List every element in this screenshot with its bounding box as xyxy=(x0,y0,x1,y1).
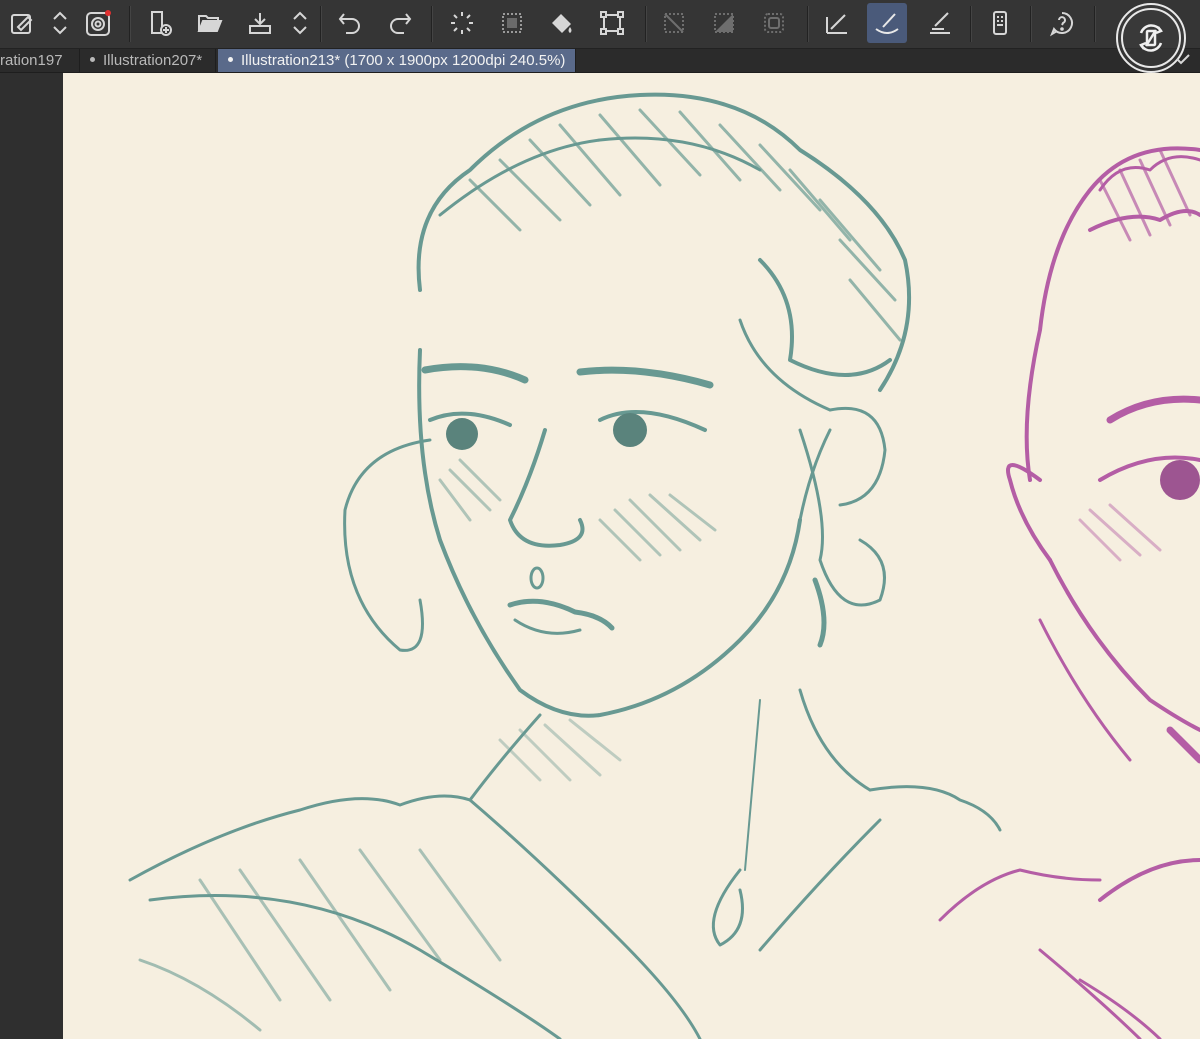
tab-illustration197[interactable]: ration197 xyxy=(0,49,80,72)
tab-label: Illustration207* xyxy=(103,52,203,69)
brush-active-icon[interactable] xyxy=(867,3,907,43)
canvas-margin xyxy=(0,73,63,1039)
unsaved-dot-icon xyxy=(228,57,233,63)
save-options-updown-icon[interactable] xyxy=(280,3,320,43)
unsaved-dot-icon xyxy=(90,57,95,63)
check-icon[interactable] xyxy=(1174,50,1192,68)
pen-ruler-icon[interactable] xyxy=(920,3,960,43)
loading-spinner-icon[interactable] xyxy=(442,3,482,43)
select-all-icon[interactable] xyxy=(492,3,532,43)
new-canvas-icon[interactable] xyxy=(140,3,180,43)
ruler-pen-icon[interactable] xyxy=(817,3,857,43)
open-folder-icon[interactable] xyxy=(190,3,230,43)
sketch-artwork xyxy=(128,92,1200,1039)
tab-illustration213[interactable]: Illustration213* (1700 x 1900px 1200dpi … xyxy=(218,49,576,72)
invert-selection-icon[interactable] xyxy=(704,3,744,43)
clear-selection-icon[interactable] xyxy=(654,3,694,43)
toolbar xyxy=(0,0,1200,49)
eyedropper-layer-icon[interactable] xyxy=(2,3,42,43)
fill-bucket-icon[interactable] xyxy=(542,3,582,43)
tab-label: ration197 xyxy=(0,52,63,69)
tab-label: Illustration213* (1700 x 1900px 1200dpi … xyxy=(241,52,566,69)
device-settings-icon[interactable] xyxy=(980,3,1020,43)
help-icon[interactable] xyxy=(1042,3,1082,43)
undo-icon[interactable] xyxy=(330,3,370,43)
redo-icon[interactable] xyxy=(380,3,420,43)
transform-icon[interactable] xyxy=(592,3,632,43)
drawing-canvas[interactable] xyxy=(63,73,1200,1039)
save-icon[interactable] xyxy=(240,3,280,43)
clip-studio-icon[interactable] xyxy=(78,3,118,43)
document-tabs: ration197 Illustration207* Illustration2… xyxy=(0,49,1200,73)
selection-border-icon[interactable] xyxy=(754,3,794,43)
tab-illustration207[interactable]: Illustration207* xyxy=(80,49,216,72)
scroll-updown-icon[interactable] xyxy=(40,3,80,43)
